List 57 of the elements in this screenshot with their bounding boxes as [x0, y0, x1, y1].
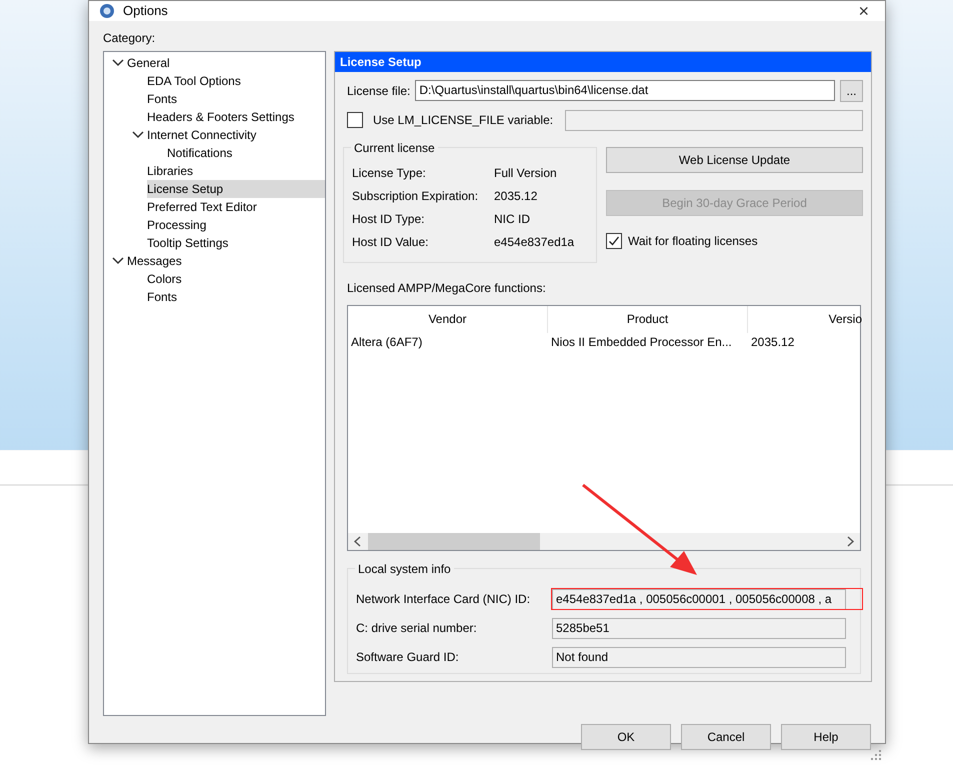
field-label: Host ID Type:: [352, 210, 426, 228]
section-label: Licensed AMPP/MegaCore functions:: [346, 280, 546, 296]
browse-button[interactable]: ...: [840, 80, 863, 102]
chevron-icon[interactable]: [112, 256, 124, 266]
info-field[interactable]: Not found: [552, 646, 846, 668]
tree-item[interactable]: Fonts: [147, 288, 325, 306]
action-button[interactable]: Web License Update: [606, 146, 863, 172]
dialog-button[interactable]: OK: [581, 724, 671, 750]
category-label: Category:: [103, 30, 156, 46]
field-value: NIC ID: [494, 210, 530, 228]
field-value: 2035.12: [494, 188, 538, 204]
tree-item[interactable]: EDA Tool Options: [147, 72, 325, 90]
checkbox-label: Wait for floating licenses: [628, 232, 758, 250]
field-value: e454e837ed1a: [494, 234, 574, 250]
table-cell-text: Altera (6AF7): [350, 334, 424, 350]
checkbox[interactable]: [606, 232, 622, 248]
window-title: Options: [123, 2, 168, 20]
info-field[interactable]: 5285be51: [552, 618, 846, 638]
field-label: Software Guard ID:: [356, 649, 460, 666]
chevron-icon[interactable]: [132, 130, 144, 140]
tree-item[interactable]: Libraries: [147, 162, 325, 180]
table-cell-text: Nios II Embedded Processor En...: [550, 334, 733, 350]
panel-header: License Setup: [335, 52, 871, 72]
license-file-field[interactable]: D:\Quartus\install\quartus\bin64\license.dat: [415, 80, 835, 101]
tree-item[interactable]: License Setup: [147, 180, 325, 198]
tree-item[interactable]: Preferred Text Editor: [147, 198, 325, 216]
tree-item[interactable]: General: [127, 54, 325, 72]
license-file-label: License file:: [346, 82, 410, 100]
tree-item[interactable]: Fonts: [147, 90, 325, 108]
license-variable-field[interactable]: [565, 110, 863, 130]
dialog-button[interactable]: Cancel: [681, 724, 771, 750]
field-label: C: drive serial number:: [356, 620, 478, 637]
tree-item[interactable]: Internet Connectivity: [147, 126, 325, 144]
close-button[interactable]: ×: [852, 2, 875, 20]
field-label: Network Interface Card (NIC) ID:: [356, 591, 532, 608]
tree-item[interactable]: Notifications: [167, 144, 325, 162]
tree-item[interactable]: Processing: [147, 216, 325, 234]
resize-grip-icon[interactable]: [871, 750, 881, 760]
column-header[interactable]: Product: [548, 306, 748, 332]
scrollbar-thumb[interactable]: [368, 532, 540, 550]
checkbox-label: Use LM_LICENSE_FILE variable:: [373, 112, 554, 129]
app-icon: [99, 2, 115, 19]
checkbox[interactable]: [347, 112, 363, 128]
tree-item[interactable]: Colors: [147, 270, 325, 288]
tree-item[interactable]: Tooltip Settings: [147, 234, 325, 252]
table-cell-text: 2035.12: [750, 334, 796, 350]
tree-item[interactable]: Messages: [127, 252, 325, 270]
column-header[interactable]: Versio: [748, 306, 862, 332]
field-label: License Type:: [352, 164, 427, 182]
field-label: Host ID Value:: [352, 234, 430, 250]
info-field[interactable]: e454e837ed1a , 005056c00001 , 005056c00008 , a: [552, 588, 846, 610]
column-header[interactable]: Vendor: [348, 306, 548, 332]
chevron-icon[interactable]: [112, 58, 124, 68]
field-label: Subscription Expiration:: [352, 188, 480, 204]
field-value: Full Version: [494, 164, 557, 182]
tree-item[interactable]: Headers & Footers Settings: [147, 108, 325, 126]
dialog-button[interactable]: Help: [781, 724, 871, 750]
